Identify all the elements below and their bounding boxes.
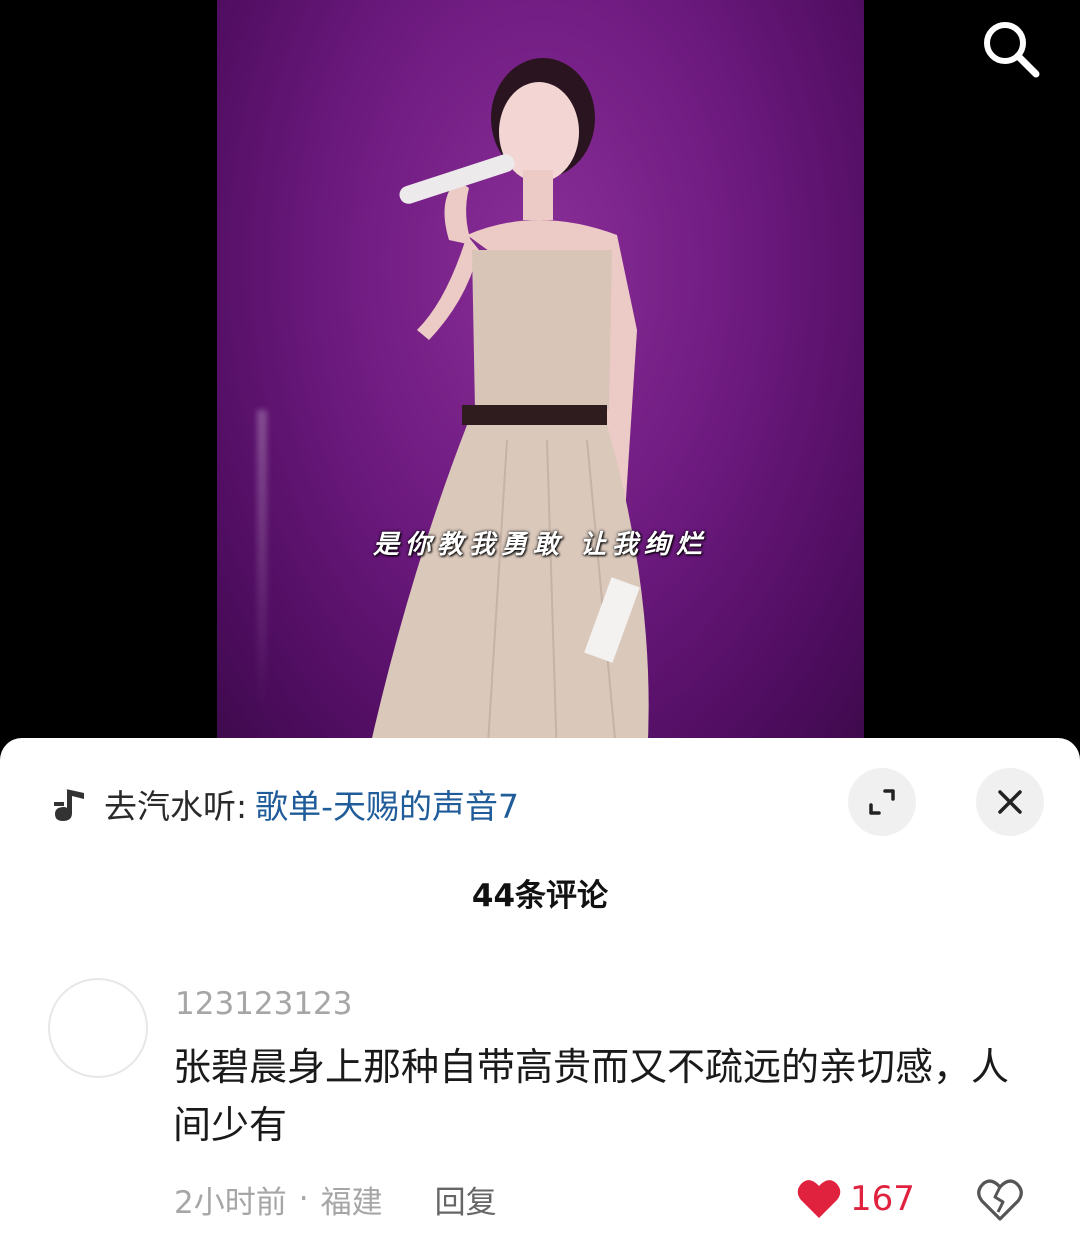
comment-sheet: 去汽水听: 歌单-天赐的声音7 44条评论 123123123 张碧晨身上那种自… xyxy=(0,738,1080,1259)
comment-location: 福建 xyxy=(320,1184,383,1221)
dislike-button[interactable] xyxy=(976,1178,1024,1222)
music-note-icon xyxy=(54,789,84,821)
video-player[interactable]: 是你教我勇敢 让我绚烂 xyxy=(0,0,1080,760)
comment-time: 2小时前 xyxy=(174,1184,287,1221)
close-icon xyxy=(998,790,1022,814)
music-link-row[interactable]: 去汽水听: 歌单-天赐的声音7 xyxy=(50,780,519,828)
comment-count-title: 44条评论 xyxy=(471,878,609,914)
comment-username[interactable]: 123123123 xyxy=(175,986,353,1022)
close-button[interactable] xyxy=(976,768,1044,836)
like-button[interactable]: 167 xyxy=(796,1176,915,1222)
expand-icon xyxy=(869,789,895,815)
comment-meta: 2小时前 · 福建 回复 xyxy=(174,1176,497,1222)
reply-button[interactable]: 回复 xyxy=(435,1177,497,1222)
video-subtitle: 是你教我勇敢 让我绚烂 xyxy=(372,530,709,560)
singer-figure xyxy=(367,58,649,760)
video-frame[interactable]: 是你教我勇敢 让我绚烂 xyxy=(217,0,864,760)
expand-button[interactable] xyxy=(848,768,916,836)
playlist-link[interactable]: 歌单-天赐的声音7 xyxy=(255,780,519,828)
music-prefix-label: 去汽水听: xyxy=(104,787,248,826)
heart-icon xyxy=(797,1180,841,1218)
comment-text: 张碧晨身上那种自带高贵而又不疏远的亲切感，人间少有 xyxy=(173,1045,1010,1147)
search-button[interactable] xyxy=(978,16,1044,82)
broken-heart-icon xyxy=(977,1179,1023,1221)
avatar[interactable] xyxy=(48,978,148,1078)
like-count: 167 xyxy=(850,1179,915,1219)
search-icon xyxy=(984,22,1040,78)
meta-separator: · xyxy=(298,1181,309,1217)
